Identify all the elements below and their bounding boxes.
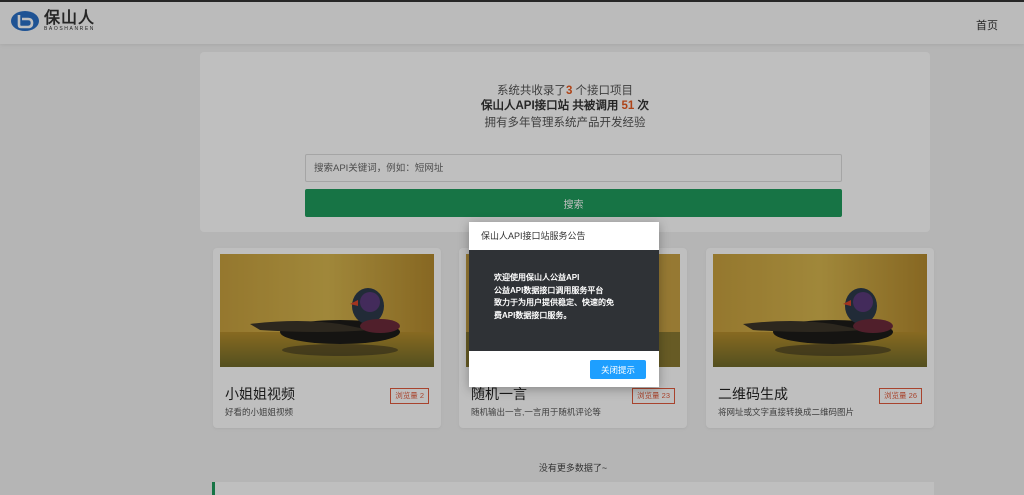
announcement-modal: 保山人API接口站服务公告 欢迎使用保山人公益API 公益API数据接口调用服务… — [469, 222, 659, 387]
modal-body-line: 欢迎使用保山人公益API — [494, 273, 580, 282]
close-notice-button[interactable]: 关闭提示 — [590, 360, 646, 379]
modal-body-line: 费API数据接口服务。 — [494, 310, 572, 320]
modal-body-line: 公益API数据接口调用服务平台 — [494, 285, 604, 295]
modal-body: 欢迎使用保山人公益API 公益API数据接口调用服务平台 致力于为用户提供稳定、… — [469, 250, 659, 351]
modal-title[interactable]: 保山人API接口站服务公告 — [469, 222, 659, 250]
modal-body-line: 致力于为用户提供稳定、快速的免 — [494, 298, 614, 307]
